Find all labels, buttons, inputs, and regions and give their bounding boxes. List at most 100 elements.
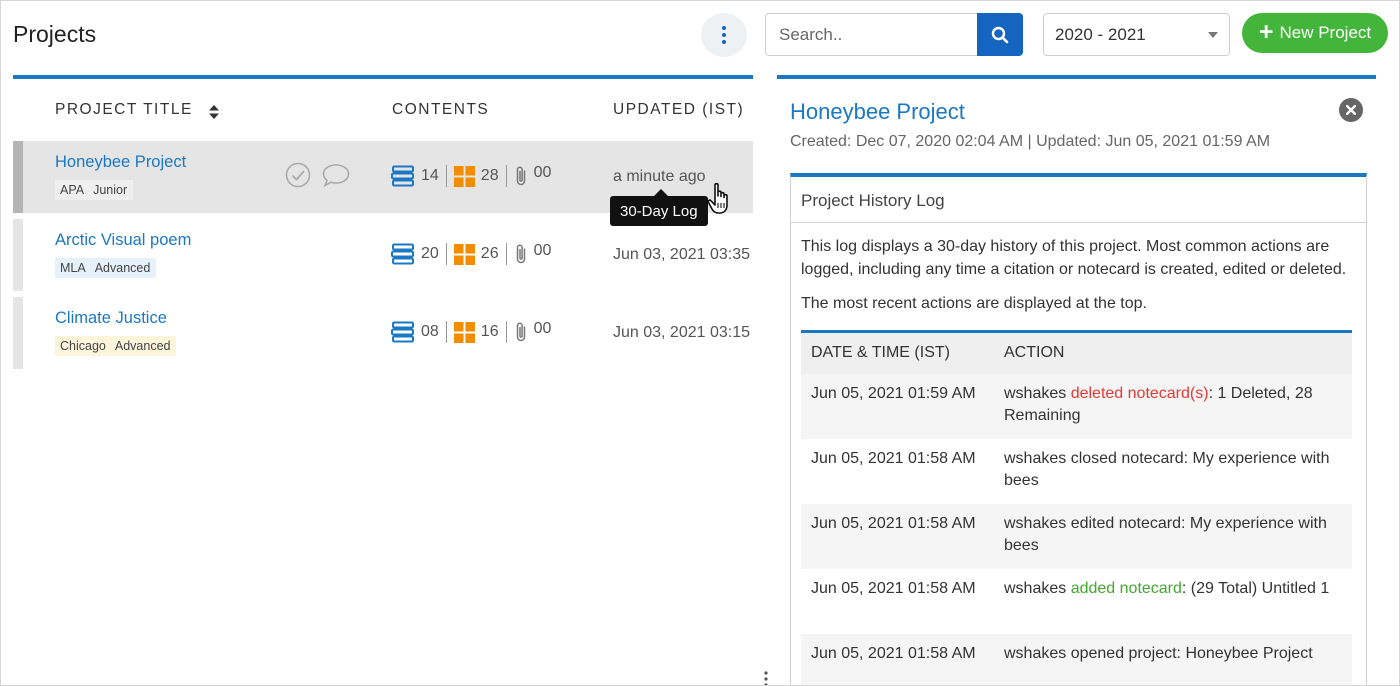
notecard-count: 28 bbox=[480, 167, 499, 184]
chevron-down-icon bbox=[1208, 31, 1218, 38]
log-row: Jun 05, 2021 01:59 AM wshakes deleted no… bbox=[801, 373, 1352, 439]
project-detail-panel: Honeybee Project Created: Dec 07, 2020 0… bbox=[777, 75, 1376, 685]
log-detail: : (29 Total) Untitled 1 bbox=[1181, 579, 1330, 597]
log-date: Jun 05, 2021 01:58 AM bbox=[811, 514, 976, 532]
notecard-count: 26 bbox=[480, 245, 499, 262]
level-badge: Advanced bbox=[114, 339, 171, 353]
log-user: wshakes bbox=[1004, 384, 1067, 402]
column-header-datetime: DATE & TIME (IST) bbox=[811, 344, 950, 361]
row-indicator bbox=[13, 297, 23, 369]
log-action: wshakes opened project: Honeybee Project bbox=[1004, 644, 1313, 662]
log-verb-deleted: deleted notecard(s) bbox=[1070, 384, 1209, 402]
log-title: Project History Log bbox=[791, 177, 1366, 223]
citations-icon bbox=[391, 165, 414, 187]
log-date: Jun 05, 2021 01:59 AM bbox=[811, 384, 976, 402]
more-options-button[interactable] bbox=[701, 13, 747, 57]
year-select-value: 2020 - 2021 bbox=[1055, 24, 1146, 44]
close-button[interactable] bbox=[1339, 98, 1363, 122]
log-table: DATE & TIME (IST) ACTION Jun 05, 2021 01… bbox=[801, 329, 1352, 685]
log-action: wshakes deleted notecard(s): 1 Deleted, … bbox=[1004, 383, 1352, 439]
year-select[interactable]: 2020 - 2021 bbox=[1043, 13, 1230, 56]
divider bbox=[505, 321, 507, 343]
row-contents: 08 16 00 bbox=[391, 320, 552, 343]
table-header: PROJECT TITLE CONTENTS UPDATED (IST) bbox=[13, 79, 753, 141]
citations-icon bbox=[391, 321, 414, 343]
citation-count: 20 bbox=[421, 245, 439, 262]
column-header-contents: CONTENTS bbox=[392, 101, 490, 118]
detail-title: Honeybee Project bbox=[790, 99, 965, 124]
level-badge: Junior bbox=[93, 183, 128, 197]
project-tags: Chicago Advanced bbox=[55, 336, 177, 356]
search-button[interactable] bbox=[977, 13, 1023, 56]
hand-cursor-icon bbox=[707, 182, 728, 214]
log-action: wshakes edited notecard: My experience w… bbox=[1004, 514, 1327, 555]
row-contents: 14 28 00 bbox=[391, 164, 552, 187]
search-icon bbox=[991, 26, 1009, 43]
new-project-button[interactable]: + New Project bbox=[1242, 13, 1388, 53]
project-tags: MLA Advanced bbox=[55, 258, 157, 278]
notecard-count: 16 bbox=[480, 323, 499, 340]
column-header-title[interactable]: PROJECT TITLE bbox=[55, 101, 193, 119]
column-header-action: ACTION bbox=[1004, 344, 1065, 361]
citation-count: 08 bbox=[421, 323, 439, 340]
tooltip: 30-Day Log bbox=[610, 189, 708, 226]
log-date: Jun 05, 2021 01:58 AM bbox=[811, 644, 976, 662]
citation-style-badge: Chicago bbox=[60, 339, 106, 353]
notecards-icon bbox=[453, 243, 475, 265]
citation-style-badge: APA bbox=[60, 183, 85, 197]
updated-time[interactable]: Jun 03, 2021 03:15 bbox=[613, 324, 750, 342]
project-link[interactable]: Honeybee Project bbox=[55, 153, 186, 172]
row-contents: 20 26 00 bbox=[391, 242, 552, 265]
project-meta: Created: Dec 07, 2020 02:04 AM | Updated… bbox=[790, 133, 1271, 150]
new-project-label: New Project bbox=[1279, 23, 1372, 42]
project-tags: APA Junior bbox=[55, 180, 134, 200]
updated-time[interactable]: Jun 03, 2021 03:35 bbox=[613, 246, 750, 264]
comment-icon[interactable] bbox=[321, 162, 351, 188]
divider bbox=[505, 165, 507, 187]
search-input[interactable] bbox=[765, 13, 977, 56]
notecards-icon bbox=[453, 321, 475, 343]
row-indicator bbox=[13, 141, 23, 213]
log-description-text: This log displays a 30-day history of th… bbox=[801, 238, 1347, 278]
divider bbox=[505, 243, 507, 265]
page-title: Projects bbox=[13, 21, 97, 47]
app-frame: Projects 2020 - 2021 + New Project PROJE… bbox=[0, 0, 1400, 686]
log-verb-added: added notecard bbox=[1070, 579, 1182, 597]
sort-icon[interactable] bbox=[209, 105, 219, 119]
close-icon bbox=[1346, 105, 1356, 115]
table-row[interactable]: Climate Justice Chicago Advanced 08 16 0… bbox=[13, 297, 753, 369]
citation-style-badge: MLA bbox=[60, 261, 86, 275]
attachment-count: 00 bbox=[533, 164, 552, 181]
log-table-header: DATE & TIME (IST) ACTION bbox=[801, 332, 1352, 374]
log-description: This log displays a 30-day history of th… bbox=[791, 223, 1366, 316]
log-action: wshakes added notecard: (29 Total) Untit… bbox=[1004, 578, 1352, 634]
paperclip-icon bbox=[516, 244, 525, 264]
paperclip-icon bbox=[516, 322, 525, 342]
divider bbox=[445, 321, 447, 343]
attachment-count: 00 bbox=[533, 320, 552, 337]
log-row: Jun 05, 2021 01:58 AM wshakes edited not… bbox=[801, 503, 1352, 569]
project-link[interactable]: Climate Justice bbox=[55, 309, 167, 328]
vertical-dots-icon bbox=[764, 671, 768, 685]
log-action: wshakes closed notecard: My experience w… bbox=[1004, 449, 1330, 490]
updated-time[interactable]: a minute ago bbox=[613, 168, 706, 186]
projects-table: PROJECT TITLE CONTENTS UPDATED (IST) Hon… bbox=[13, 75, 753, 685]
citations-icon bbox=[391, 243, 414, 265]
divider bbox=[445, 243, 447, 265]
log-rows: Jun 05, 2021 01:59 AM wshakes deleted no… bbox=[801, 373, 1352, 685]
check-circle-icon[interactable] bbox=[285, 162, 311, 188]
log-date: Jun 05, 2021 01:58 AM bbox=[811, 449, 976, 467]
kebab-icon bbox=[722, 25, 726, 46]
log-row: Jun 05, 2021 01:58 AM wshakes added note… bbox=[801, 568, 1352, 634]
log-row: Jun 05, 2021 01:58 AM wshakes closed not… bbox=[801, 438, 1352, 504]
table-row[interactable]: Arctic Visual poem MLA Advanced 20 26 00… bbox=[13, 219, 753, 291]
column-header-updated: UPDATED (IST) bbox=[613, 101, 745, 118]
project-link[interactable]: Arctic Visual poem bbox=[55, 231, 191, 250]
panel-resize-handle[interactable] bbox=[763, 671, 769, 685]
log-user: wshakes bbox=[1004, 579, 1067, 597]
row-actions bbox=[285, 162, 351, 188]
divider bbox=[445, 165, 447, 187]
plus-icon: + bbox=[1258, 17, 1274, 46]
citation-count: 14 bbox=[421, 167, 439, 184]
attachment-count: 00 bbox=[533, 242, 552, 259]
